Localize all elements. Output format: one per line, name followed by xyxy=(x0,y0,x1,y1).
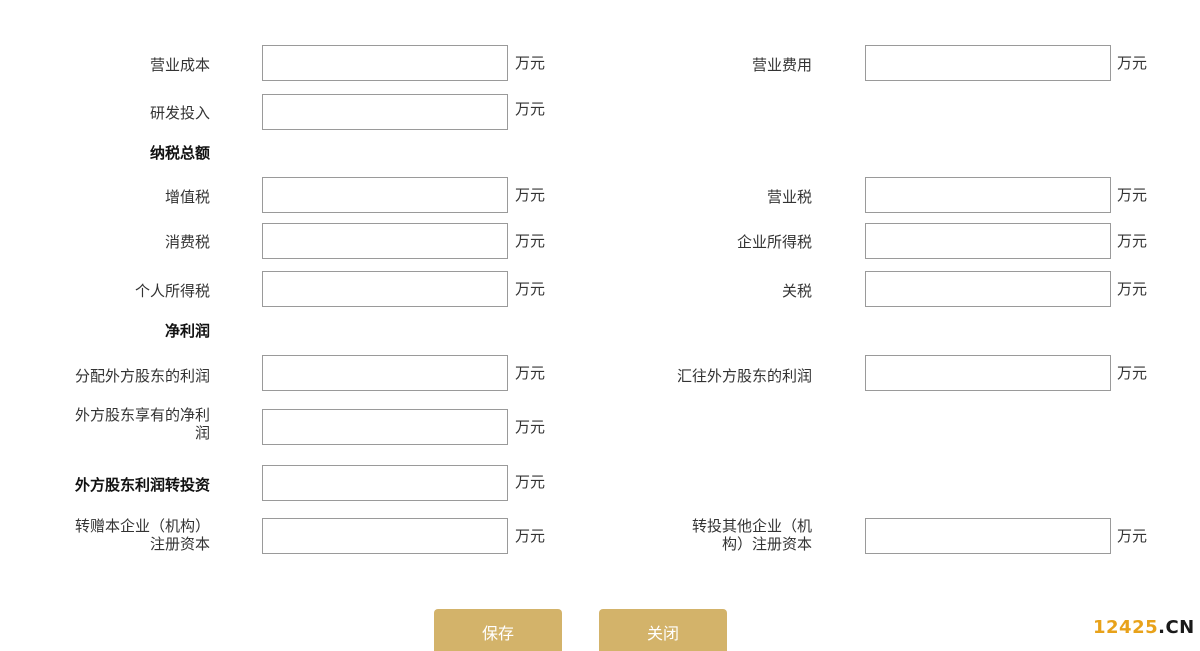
label-profit-remitted-foreign: 汇往外方股东的利润 xyxy=(676,367,812,385)
unit-rd-investment: 万元 xyxy=(515,100,546,118)
unit-foreign-profit-reinvestment: 万元 xyxy=(515,473,546,491)
unit-customs-duty: 万元 xyxy=(1117,280,1148,298)
customs-duty-input[interactable] xyxy=(865,271,1111,307)
watermark-suffix: .CN xyxy=(1158,617,1195,638)
section-net-profit: 净利润 xyxy=(164,322,210,340)
section-total-tax: 纳税总额 xyxy=(149,144,210,162)
foreign-profit-reinvestment-input[interactable] xyxy=(262,465,508,501)
label-operating-expense: 营业费用 xyxy=(751,56,812,74)
corporate-income-tax-input[interactable] xyxy=(865,223,1111,259)
unit-operating-expense: 万元 xyxy=(1117,54,1148,72)
label-reinvest-other-line1: 转投其他企业（机 xyxy=(691,517,812,535)
unit-foreign-net-profit: 万元 xyxy=(515,418,546,436)
label-corporate-income-tax: 企业所得税 xyxy=(736,233,812,251)
label-foreign-net-profit: 外方股东享有的净利 润 xyxy=(0,406,210,442)
label-business-tax: 营业税 xyxy=(766,188,812,206)
label-foreign-net-profit-line2: 润 xyxy=(194,424,210,442)
unit-corporate-income-tax: 万元 xyxy=(1117,232,1148,250)
label-foreign-net-profit-line1: 外方股东享有的净利 xyxy=(74,406,210,424)
section-foreign-profit-reinvestment: 外方股东利润转投资 xyxy=(74,476,210,494)
rd-investment-input[interactable] xyxy=(262,94,508,130)
label-reinvest-other: 转投其他企业（机 构）注册资本 xyxy=(0,517,812,553)
reinvest-other-input[interactable] xyxy=(865,518,1111,554)
watermark-number: 12425 xyxy=(1093,617,1159,638)
site-watermark: 12425.CN xyxy=(1093,617,1195,638)
operating-expense-input[interactable] xyxy=(865,45,1111,81)
label-rd-investment: 研发投入 xyxy=(149,104,210,122)
unit-reinvest-other: 万元 xyxy=(1117,527,1148,545)
unit-profit-remitted-foreign: 万元 xyxy=(1117,364,1148,382)
profit-remitted-foreign-input[interactable] xyxy=(865,355,1111,391)
foreign-net-profit-input[interactable] xyxy=(262,409,508,445)
label-reinvest-other-line2: 构）注册资本 xyxy=(721,535,812,553)
save-button[interactable]: 保存 xyxy=(434,609,562,651)
close-button[interactable]: 关闭 xyxy=(599,609,727,651)
label-customs-duty: 关税 xyxy=(781,282,812,300)
business-tax-input[interactable] xyxy=(865,177,1111,213)
unit-business-tax: 万元 xyxy=(1117,186,1148,204)
